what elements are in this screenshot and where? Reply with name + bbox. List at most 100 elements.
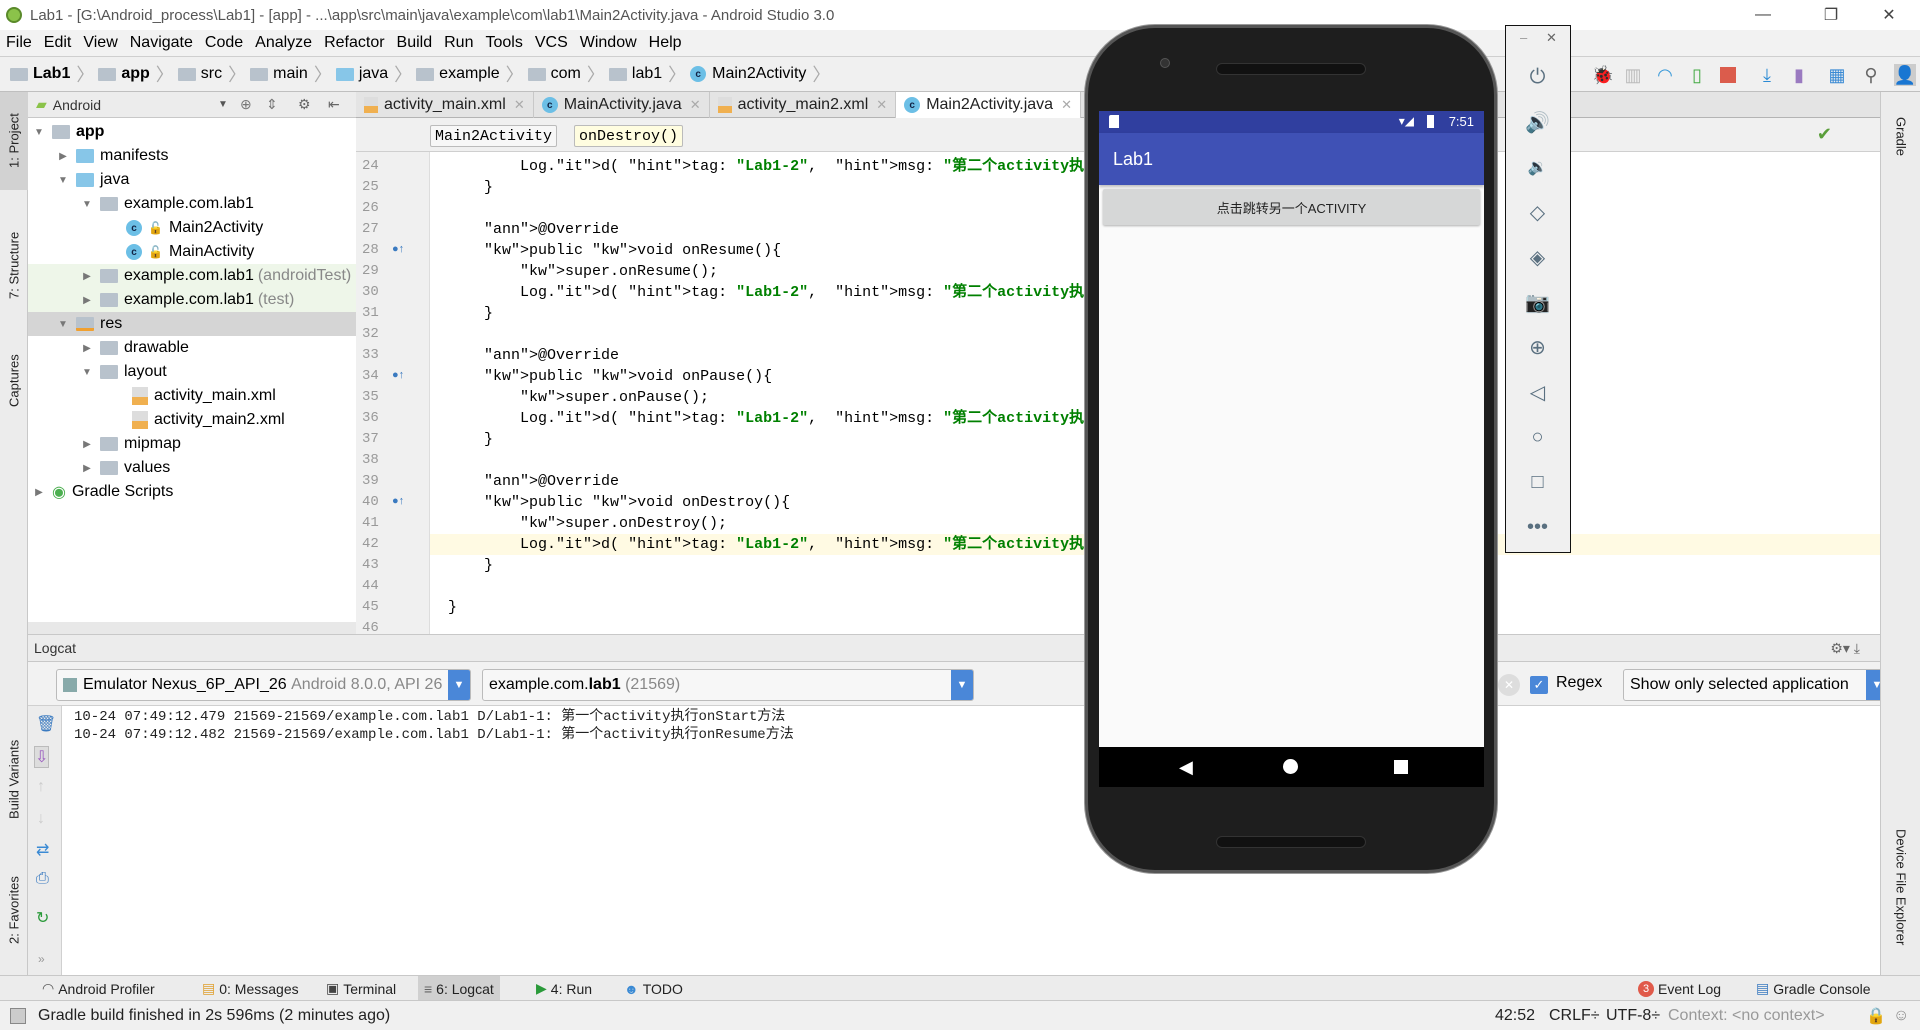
menu-edit[interactable]: Edit [44,34,72,52]
collapse-arrow-icon[interactable]: ▶ [56,151,70,162]
maximize-button[interactable]: ❐ [1808,0,1854,30]
collapse-all-icon[interactable]: ⇕ [266,96,278,113]
print-icon[interactable]: ⎙ [36,870,49,888]
back-icon[interactable]: ◁ [1506,377,1569,407]
collapse-arrow-icon[interactable]: ▶ [80,271,94,282]
menu-navigate[interactable]: Navigate [130,34,193,52]
close-tab-icon[interactable]: ✕ [876,97,887,113]
attach-process-icon[interactable]: ▯ [1686,64,1708,86]
regex-checkbox[interactable]: ✓ [1530,676,1548,694]
tab-gradle-console[interactable]: ▤ Gradle Console [1750,976,1877,1001]
tool-tab-structure[interactable]: 7: Structure [0,210,28,320]
hide-panel-icon[interactable]: ⇤ [328,96,340,113]
zoom-icon[interactable]: ⊕ [1506,332,1569,362]
menu-refactor[interactable]: Refactor [324,34,384,52]
menu-view[interactable]: View [83,34,117,52]
close-tab-icon[interactable]: ✕ [1061,97,1072,113]
tree-item-values[interactable]: ▶ values [28,456,356,480]
emulator-screen[interactable]: ▾◢ 7:51 Lab1 点击跳转另一个ACTIVITY ◀ [1099,111,1484,787]
power-icon[interactable]: ⏻ [1506,62,1569,92]
sync-gradle-icon[interactable]: ⤓ [1756,64,1778,86]
nav-overview-button[interactable] [1394,760,1408,774]
crumb-com[interactable]: com 〉 [527,61,605,87]
tree-item-res[interactable]: ▼ res [28,312,356,336]
close-tab-icon[interactable]: ✕ [690,97,701,113]
screenshot-camera-icon[interactable]: 📷 [1506,287,1569,317]
tab-mainactivity-java[interactable]: c MainActivity.java ✕ [534,92,710,118]
tree-item-activity-main2-xml[interactable]: activity_main2.xml [28,408,356,432]
jump-activity-button[interactable]: 点击跳转另一个ACTIVITY [1103,189,1480,225]
lock-icon[interactable]: 🔒 [1866,1006,1886,1026]
crumb-main2activity[interactable]: c Main2Activity 〉 [690,61,830,87]
overview-icon[interactable]: □ [1506,467,1569,497]
expand-arrow-icon[interactable]: ▼ [80,199,94,210]
tool-tab-project[interactable]: 1: Project [0,92,28,190]
menu-build[interactable]: Build [397,34,433,52]
crumb-lab1[interactable]: Lab1 〉 [10,61,94,87]
tree-item-mipmap[interactable]: ▶ mipmap [28,432,356,456]
tab-terminal[interactable]: ▣ Terminal [320,976,402,1001]
line-separator[interactable]: CRLF÷ [1549,1007,1600,1025]
stop-icon[interactable] [1717,64,1739,86]
locate-icon[interactable]: ⊕ [240,96,252,113]
down-arrow-icon[interactable]: ↓ [37,810,45,828]
horizontal-scrollbar[interactable] [28,622,356,634]
collapse-arrow-icon[interactable]: ▶ [80,295,94,306]
tool-tab-device-file-explorer[interactable]: Device File Explorer [1887,812,1915,962]
dropdown-arrow-icon[interactable]: ▼ [951,670,973,700]
soft-wrap-icon[interactable]: ⇄ [36,840,49,860]
tree-item-main2activity[interactable]: c 🔓 Main2Activity [28,216,356,240]
project-view-selector[interactable]: Android [53,97,101,113]
tree-item-java[interactable]: ▼ java [28,168,356,192]
nav-home-button[interactable] [1283,759,1298,774]
expand-arrow-icon[interactable]: ▼ [80,367,94,378]
menu-help[interactable]: Help [649,34,682,52]
emulator-minimize-button[interactable]: – [1520,30,1527,45]
expand-arrow-icon[interactable]: ▼ [32,127,46,138]
override-marker-icon[interactable]: ●↑ [392,495,404,507]
process-selector[interactable]: example.com. lab1 (21569) ▼ [482,669,974,701]
emulator-close-button[interactable]: ✕ [1546,30,1557,46]
menu-code[interactable]: Code [205,34,243,52]
crumb-app[interactable]: app 〉 [98,61,174,87]
expand-arrow-icon[interactable]: ▼ [56,175,70,186]
user-avatar-icon[interactable]: 👤 [1894,64,1916,86]
minimize-button[interactable]: — [1740,0,1786,30]
crumb-class[interactable]: Main2Activity [430,125,558,147]
volume-down-icon[interactable]: 🔉 [1506,152,1569,182]
tree-item-app[interactable]: ▼ app [28,120,356,144]
close-tab-icon[interactable]: ✕ [514,97,525,113]
tree-item-activity-main-xml[interactable]: activity_main.xml [28,384,356,408]
expand-arrow-icon[interactable]: ▼ [56,319,70,330]
tool-tab-captures[interactable]: Captures [0,336,28,426]
crumb-method[interactable]: onDestroy() [574,125,684,147]
tree-item-package[interactable]: ▼ example.com.lab1 [28,192,356,216]
tree-item-gradle-scripts[interactable]: ▶ ◉ Gradle Scripts [28,480,356,504]
logcat-settings-icon[interactable]: ⚙▾ ⤓ [1830,640,1860,657]
more-options-icon[interactable]: ••• [1506,512,1569,542]
device-selector[interactable]: Emulator Nexus_6P_API_26 Android 8.0.0, … [56,669,471,701]
tree-item-package-test[interactable]: ▶ example.com.lab1 (test) [28,288,356,312]
tree-item-package-androidtest[interactable]: ▶ example.com.lab1 (androidTest) [28,264,356,288]
logcat-output[interactable]: 10-24 07:49:12.479 21569-21569/example.c… [62,706,1880,975]
more-icon[interactable]: » [38,952,45,966]
menu-vcs[interactable]: VCS [535,34,568,52]
tab-android-profiler[interactable]: ◠ Android Profiler [36,976,161,1001]
crumb-lab1-package[interactable]: lab1 〉 [608,61,686,87]
tab-messages[interactable]: ▤ 0: Messages [196,976,305,1001]
dropdown-arrow-icon[interactable]: ▼ [448,670,470,700]
hector-icon[interactable]: ☺ [1893,1007,1909,1025]
status-message[interactable]: Gradle build finished in 2s 596ms (2 min… [38,1007,390,1025]
collapse-arrow-icon[interactable]: ▶ [80,439,94,450]
scroll-to-end-icon[interactable]: ⇩ [34,746,50,768]
tree-item-manifests[interactable]: ▶ manifests [28,144,356,168]
menu-file[interactable]: File [6,34,32,52]
view-dropdown-icon[interactable]: ▼ [218,99,228,110]
crumb-main[interactable]: main 〉 [250,61,332,87]
rotate-left-icon[interactable]: ◇ [1506,197,1569,227]
rotate-right-icon[interactable]: ◈ [1506,242,1569,272]
clear-logcat-icon[interactable]: 🗑 [36,714,56,734]
context-indicator[interactable]: Context: <no context> [1668,1007,1825,1025]
volume-up-icon[interactable]: 🔊 [1506,107,1569,137]
tree-item-mainactivity[interactable]: c 🔓 MainActivity [28,240,356,264]
